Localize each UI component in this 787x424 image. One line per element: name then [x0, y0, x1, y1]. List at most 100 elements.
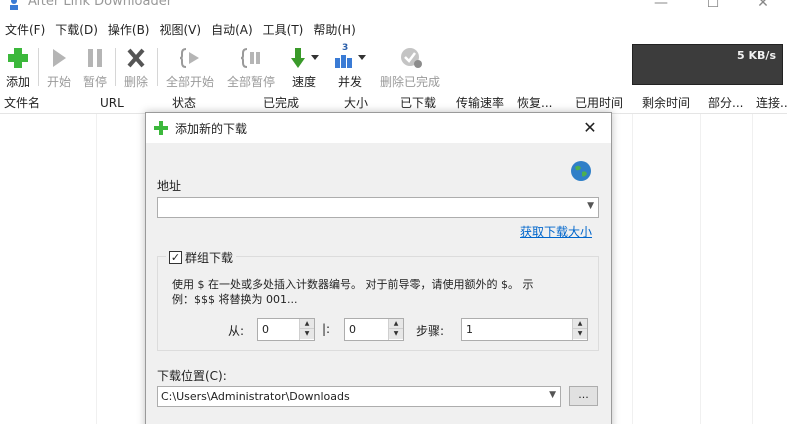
menu-bar: 文件(F) 下载(D) 操作(B) 视图(V) 自动(A) 工具(T) 帮助(H…: [0, 20, 361, 40]
menu-tools[interactable]: 工具(T): [258, 20, 309, 40]
checkbox-checked-icon[interactable]: ✓: [169, 250, 182, 264]
dialog-close-button[interactable]: ✕: [578, 117, 602, 139]
speed-button[interactable]: 速度: [284, 42, 324, 90]
chevron-down-icon[interactable]: ▼: [587, 201, 594, 211]
arrow-up-icon[interactable]: ▲: [300, 319, 314, 329]
speed-arrow-icon: [291, 48, 319, 68]
step-label: 步骤:: [416, 324, 445, 338]
counter-hint-text: 使用 $ 在一处或多处插入计数器编号。 对于前导零，请使用额外的 $。 示 例：…: [172, 277, 592, 307]
step-stepper-buttons: ▲ ▼: [572, 319, 587, 340]
menu-action[interactable]: 操作(B): [103, 20, 155, 40]
column-downloaded[interactable]: 已下载: [400, 94, 448, 114]
hint-line-1: 使用 $ 在一处或多处插入计数器编号。 对于前导零，请使用额外的 $。 示: [172, 278, 534, 291]
speed-label: 速度: [291, 75, 316, 89]
download-location-input[interactable]: C:\Users\Administrator\Downloads ▼: [157, 386, 561, 407]
step-stepper[interactable]: 1 ▲ ▼: [461, 318, 588, 341]
from-stepper[interactable]: 0 ▲ ▼: [257, 318, 315, 341]
arrow-down-icon[interactable]: ▼: [389, 329, 403, 339]
dialog-title: 添加新的下载: [175, 122, 248, 136]
arrow-down-icon[interactable]: ▼: [300, 329, 314, 339]
group-download-checkbox[interactable]: ✓ 群组下载: [166, 249, 237, 265]
delete-label: 删除: [123, 75, 148, 89]
add-download-dialog: 添加新的下载 ✕ 地址 ▼ 获取下载大小 ✓ 群组下载 使用 $ 在一处或多处插…: [145, 112, 612, 424]
maximize-button[interactable]: ☐: [690, 0, 736, 14]
step-value: 1: [466, 323, 473, 336]
column-gridline: [632, 114, 633, 424]
minimize-button[interactable]: —: [638, 0, 684, 14]
toolbar-divider: [157, 48, 158, 86]
to-stepper-buttons: ▲ ▼: [388, 319, 403, 340]
address-label: 地址: [157, 179, 182, 193]
column-remaining[interactable]: 剩余时间: [642, 94, 698, 114]
toolbar-divider: [38, 48, 39, 86]
arrow-up-icon[interactable]: ▲: [573, 319, 587, 329]
column-status[interactable]: 状态: [172, 94, 232, 114]
column-gridline: [700, 114, 701, 424]
download-location-value: C:\Users\Administrator\Downloads: [161, 390, 350, 403]
globe-icon: [571, 161, 591, 181]
toolbar: 添加 开始 暂停 删除 全部开始 全部暂停 速度 3 并发 删除已完成: [0, 42, 630, 92]
menu-view[interactable]: 视图(V): [155, 20, 207, 40]
play-icon: [53, 49, 66, 67]
address-input[interactable]: ▼: [157, 197, 599, 218]
pause-all-icon: [241, 48, 260, 68]
browse-button[interactable]: ...: [569, 386, 598, 406]
title-bar: After Link Downloader — ☐ ✕: [0, 0, 787, 16]
delete-button[interactable]: 删除: [118, 42, 154, 90]
get-download-size-link[interactable]: 获取下载大小: [520, 223, 592, 240]
to-stepper[interactable]: 0 ▲ ▼: [344, 318, 404, 341]
pause-icon: [88, 49, 102, 67]
menu-auto[interactable]: 自动(A): [206, 20, 258, 40]
to-label: |:: [322, 322, 331, 336]
start-button[interactable]: 开始: [42, 42, 76, 90]
pause-all-label: 全部暂停: [226, 75, 275, 89]
delete-completed-button[interactable]: 删除已完成: [375, 42, 445, 90]
column-transfer-rate[interactable]: 传输速率: [456, 94, 512, 114]
download-location-label: 下载位置(C):: [157, 369, 227, 383]
start-all-icon: [180, 48, 199, 68]
add-button[interactable]: 添加: [0, 42, 36, 90]
column-filename[interactable]: 文件名: [4, 94, 94, 114]
window-title: After Link Downloader: [28, 0, 173, 9]
column-parts[interactable]: 部分...: [708, 94, 752, 114]
arrow-up-icon[interactable]: ▲: [389, 319, 403, 329]
download-list-header: 文件名 URL 状态 已完成 大小 已下载 传输速率 恢复... 已用时间 剩余…: [0, 94, 787, 114]
column-connections[interactable]: 连接...: [756, 94, 787, 114]
column-gridline: [752, 114, 753, 424]
delete-completed-icon: [401, 48, 422, 68]
speed-graph: 5 KB/s: [632, 44, 783, 85]
from-value: 0: [262, 323, 269, 336]
from-stepper-buttons: ▲ ▼: [299, 319, 314, 340]
pause-label: 暂停: [82, 75, 107, 89]
dialog-title-bar: 添加新的下载 ✕: [146, 113, 611, 143]
arrow-down-icon[interactable]: ▼: [573, 329, 587, 339]
column-resume[interactable]: 恢复...: [517, 94, 563, 114]
group-download-label: 群组下载: [185, 250, 234, 265]
speed-value: 5 KB/s: [737, 49, 776, 62]
concurrency-label: 并发: [337, 75, 362, 89]
toolbar-divider: [115, 48, 116, 86]
to-value: 0: [349, 323, 356, 336]
menu-help[interactable]: 帮助(H): [308, 20, 360, 40]
app-logo-icon: [10, 0, 18, 10]
menu-file[interactable]: 文件(F): [0, 20, 50, 40]
pause-button[interactable]: 暂停: [78, 42, 112, 90]
menu-download[interactable]: 下载(D): [50, 20, 103, 40]
column-elapsed[interactable]: 已用时间: [575, 94, 631, 114]
column-gridline: [96, 114, 97, 424]
column-completed[interactable]: 已完成: [263, 94, 323, 114]
start-label: 开始: [46, 75, 71, 89]
delete-completed-label: 删除已完成: [379, 75, 440, 89]
close-window-button[interactable]: ✕: [740, 0, 786, 14]
start-all-button[interactable]: 全部开始: [161, 42, 219, 90]
column-url[interactable]: URL: [100, 94, 160, 114]
concurrency-button[interactable]: 3 并发: [330, 42, 370, 90]
pause-all-button[interactable]: 全部暂停: [222, 42, 280, 90]
column-size[interactable]: 大小: [344, 94, 384, 114]
plus-icon: [154, 121, 168, 135]
from-label: 从:: [228, 324, 245, 338]
concurrency-badge: 3: [342, 43, 349, 53]
add-label: 添加: [5, 75, 30, 89]
chevron-down-icon[interactable]: ▼: [549, 390, 556, 400]
plus-icon: [8, 48, 28, 68]
